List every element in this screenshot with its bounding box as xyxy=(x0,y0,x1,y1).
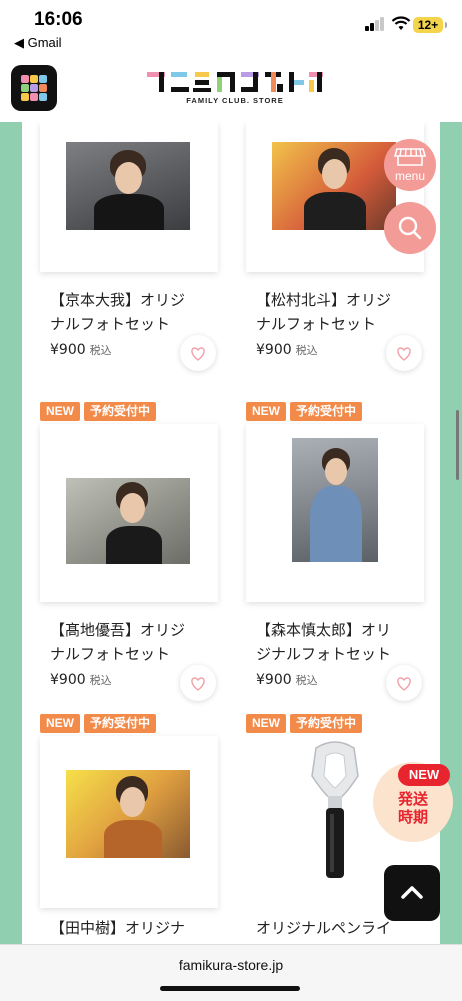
scroll-to-top-button[interactable] xyxy=(384,865,440,921)
site-header: FAMILY CLUB. STORE xyxy=(0,56,462,123)
search-icon xyxy=(398,216,422,240)
logo-mark xyxy=(147,72,323,92)
product-title[interactable]: 【髙地優吾】オリジ ナルフォトセット xyxy=(50,618,222,666)
product-title[interactable]: 【京本大我】オリジ ナルフォトセット xyxy=(50,288,222,336)
product-image-frame xyxy=(40,122,218,272)
product-price: ¥900 税込 xyxy=(256,342,318,358)
search-button[interactable] xyxy=(384,202,436,254)
product-title[interactable]: 【森本慎太郎】オリ ジナルフォトセット xyxy=(256,618,428,666)
favorite-button[interactable] xyxy=(180,665,216,701)
shipping-schedule-label: 発送 時期 xyxy=(397,790,428,826)
new-badge: NEW xyxy=(40,714,80,733)
product-card[interactable]: NEW 予約受付中 【森本慎太郎】オリ ジナルフォトセット ¥900 税込 xyxy=(246,400,428,701)
preorder-badge: 予約受付中 xyxy=(290,714,363,733)
heart-icon xyxy=(397,677,411,691)
product-photo xyxy=(66,142,190,230)
product-image-frame xyxy=(40,736,218,908)
logo-subtitle: FAMILY CLUB. STORE xyxy=(186,96,284,105)
new-badge: NEW xyxy=(246,714,286,733)
site-logo[interactable]: FAMILY CLUB. STORE xyxy=(145,68,325,108)
status-time: 16:06 xyxy=(34,9,83,30)
product-card[interactable]: NEW 予約受付中 【田中樹】オリジナ xyxy=(40,712,222,944)
product-price: ¥900 税込 xyxy=(50,672,112,688)
product-image-frame xyxy=(246,424,424,602)
product-card[interactable]: NEW 予約受付中 【髙地優吾】オリジ ナルフォトセット ¥900 税込 xyxy=(40,400,222,701)
heart-icon xyxy=(191,347,205,361)
back-to-gmail-link[interactable]: ◀ Gmail xyxy=(14,35,62,51)
product-photo xyxy=(292,438,378,562)
new-badge: NEW xyxy=(40,402,80,421)
new-badge: NEW xyxy=(246,402,286,421)
chevron-up-icon xyxy=(401,886,423,899)
product-badges: NEW 予約受付中 xyxy=(246,712,366,733)
app-grid-menu-icon[interactable] xyxy=(11,65,57,111)
product-title[interactable]: 【田中樹】オリジナ xyxy=(50,916,222,940)
cellular-signal-icon xyxy=(365,17,385,31)
product-photo xyxy=(66,478,190,564)
menu-button[interactable]: menu xyxy=(384,139,436,191)
product-card[interactable]: 【京本大我】オリジ ナルフォトセット ¥900 税込 xyxy=(40,122,222,382)
url-text[interactable]: famikura-store.jp xyxy=(0,957,462,973)
heart-icon xyxy=(191,677,205,691)
wifi-icon xyxy=(391,16,411,30)
product-photo xyxy=(272,142,396,230)
favorite-button[interactable] xyxy=(180,335,216,371)
scrollbar[interactable] xyxy=(456,410,459,480)
product-badges: NEW 予約受付中 xyxy=(40,712,160,733)
product-image-frame xyxy=(40,424,218,602)
new-badge: NEW xyxy=(398,764,450,786)
shop-awning-icon xyxy=(393,148,427,166)
preorder-badge: 予約受付中 xyxy=(84,714,157,733)
product-price: ¥900 税込 xyxy=(50,342,112,358)
product-photo xyxy=(66,770,190,858)
new-shipping-schedule-button[interactable]: NEW 発送 時期 xyxy=(373,762,453,842)
favorite-button[interactable] xyxy=(386,335,422,371)
battery-icon: 12+ xyxy=(413,17,447,33)
favorite-button[interactable] xyxy=(386,665,422,701)
home-indicator[interactable] xyxy=(160,986,300,991)
menu-label: menu xyxy=(394,169,426,183)
product-badges: NEW 予約受付中 xyxy=(40,400,160,421)
browser-url-bar[interactable]: famikura-store.jp xyxy=(0,944,462,1001)
product-title[interactable]: 【松村北斗】オリジ ナルフォトセット xyxy=(256,288,428,336)
product-price: ¥900 税込 xyxy=(256,672,318,688)
product-badges: NEW 予約受付中 xyxy=(246,400,366,421)
status-bar: 16:06 ◀ Gmail 12+ xyxy=(0,0,462,56)
preorder-badge: 予約受付中 xyxy=(84,402,157,421)
heart-icon xyxy=(397,347,411,361)
preorder-badge: 予約受付中 xyxy=(290,402,363,421)
